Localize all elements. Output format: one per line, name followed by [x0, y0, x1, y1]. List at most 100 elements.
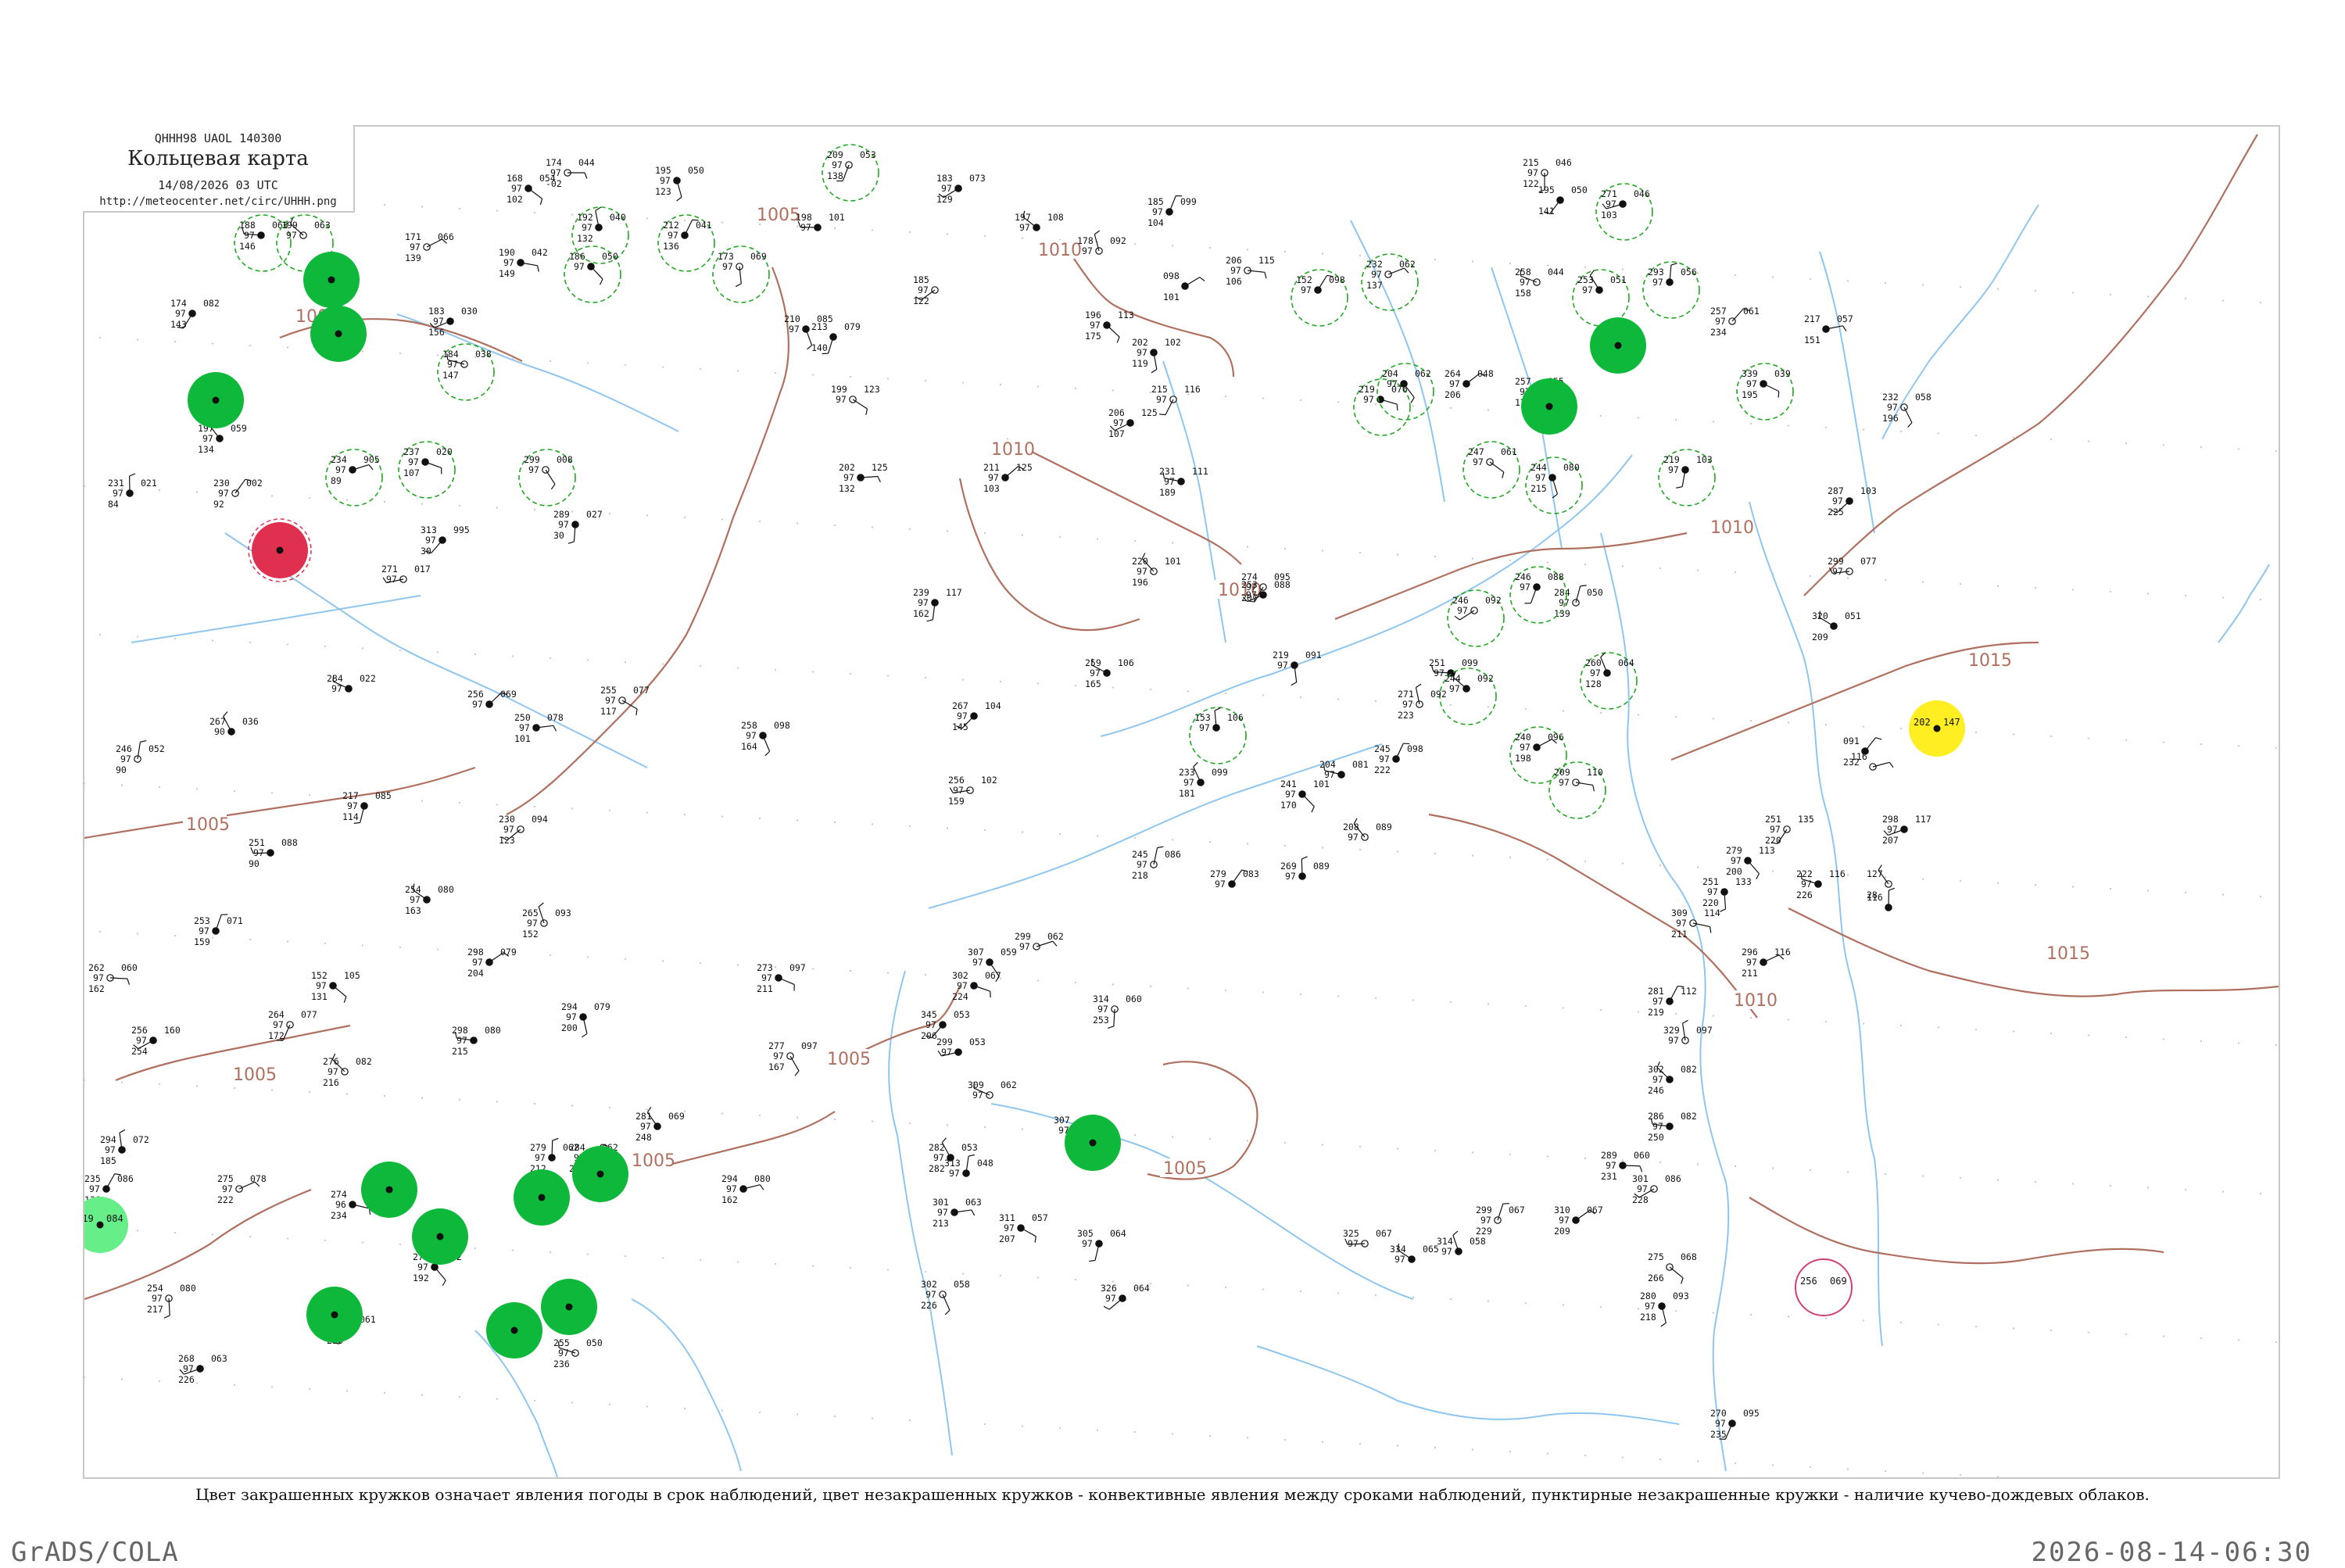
station-plot[interactable]: 19912397	[831, 384, 880, 415]
station-plot[interactable]: 30506497	[1077, 1228, 1126, 1262]
station-plot[interactable]: 26404897206	[1445, 368, 1494, 400]
station-plot[interactable]: 24508697218	[1132, 847, 1181, 881]
station-plot[interactable]: 275068266	[1648, 1251, 1697, 1283]
station-plot[interactable]: 18597122	[913, 274, 938, 306]
station-plot[interactable]: 27109297223	[1398, 684, 1447, 721]
station-plot[interactable]: 20212597132	[839, 462, 888, 494]
station-plot[interactable]: 31304897	[944, 1155, 993, 1179]
station-plot[interactable]: 17106697139	[405, 231, 454, 263]
station-plot[interactable]: 25408097163	[405, 884, 454, 916]
station-plot[interactable]: 29907797	[1828, 556, 1877, 577]
weather-circle[interactable]	[306, 1287, 363, 1343]
station-plot[interactable]: 29808097215	[452, 1025, 501, 1057]
station-plot[interactable]: 23911797162	[913, 587, 962, 621]
station-plot[interactable]: 26703690	[209, 712, 259, 737]
station-plot[interactable]: 28106997248	[635, 1107, 685, 1143]
station-plot[interactable]: 24110197170	[1280, 779, 1330, 812]
station-plot[interactable]: 18307397129	[936, 173, 986, 205]
station-plot[interactable]: 21511697	[1151, 384, 1201, 415]
station-plot[interactable]: 29305697	[1643, 262, 1699, 318]
station-plot[interactable]: 32909797	[1663, 1020, 1713, 1046]
station-plot[interactable]: 29611697211	[1742, 947, 1791, 979]
station-plot[interactable]: 24609297	[1448, 590, 1504, 646]
station-plot[interactable]: 24409297	[1440, 668, 1496, 725]
station-plot[interactable]: 25616097254	[131, 1025, 181, 1057]
station-plot[interactable]: 2349059789	[326, 449, 382, 506]
weather-circle[interactable]: 202147	[1909, 700, 1965, 757]
station-plot[interactable]: 28402297	[327, 673, 376, 694]
station-plot[interactable]: 30906297	[968, 1079, 1017, 1101]
station-plot[interactable]: 29906797229	[1476, 1204, 1525, 1237]
station-plot[interactable]: 21204197136	[658, 215, 714, 271]
station-plot[interactable]: 15209897	[1291, 270, 1348, 326]
station-plot[interactable]: 23009497123	[499, 814, 548, 846]
station-plot[interactable]: 25804497158	[1515, 267, 1564, 299]
station-plot[interactable]: 33903997195	[1737, 363, 1793, 420]
station-plot[interactable]: 213079140	[811, 321, 861, 354]
station-plot[interactable]: 15210597131	[311, 970, 360, 1003]
station-plot[interactable]: 20408197	[1319, 759, 1369, 780]
station-plot[interactable]: 29905397	[936, 1036, 986, 1058]
station-plot[interactable]: 27009597235	[1710, 1408, 1760, 1440]
station-plot[interactable]: 30106397213	[933, 1197, 982, 1229]
weather-circle[interactable]	[1521, 378, 1577, 435]
station-plot[interactable]: 25505097236	[553, 1337, 603, 1369]
station-plot[interactable]: 320051209	[1812, 610, 1861, 643]
station-plot[interactable]: 27709797167	[768, 1040, 818, 1076]
station-plot[interactable]: 27309797211	[757, 962, 806, 994]
station-plot[interactable]: 25606997	[467, 689, 517, 710]
station-plot[interactable]: 23309997181	[1179, 762, 1228, 799]
station-plot[interactable]: 18605097	[564, 246, 621, 303]
weather-circle[interactable]	[541, 1279, 597, 1335]
station-plot[interactable]: 24509897222	[1374, 743, 1423, 775]
station-plot[interactable]: 19611397175	[1085, 310, 1134, 342]
weather-circle[interactable]	[1065, 1115, 1121, 1171]
station-plot[interactable]: 21910397	[1659, 449, 1715, 506]
station-plot[interactable]: 23702097107	[399, 442, 455, 498]
station-plot[interactable]: 2510889790	[249, 837, 298, 869]
station-plot[interactable]: 116	[1867, 888, 1895, 911]
station-plot[interactable]: 29408097162	[721, 1173, 771, 1205]
station-plot[interactable]: 30911497211	[1671, 908, 1720, 940]
weather-circle[interactable]	[486, 1302, 542, 1359]
station-plot[interactable]: 29906297	[1015, 931, 1064, 952]
station-plot[interactable]: 29900897	[519, 449, 575, 506]
station-plot[interactable]: 30108697228	[1632, 1173, 1681, 1205]
station-plot[interactable]: 30205897226	[921, 1279, 970, 1315]
station-plot[interactable]: 24706197	[1463, 442, 1520, 498]
weather-circle[interactable]	[188, 372, 244, 428]
station-plot[interactable]: 25610297159	[948, 775, 997, 807]
station-plot[interactable]: 22010197196	[1132, 553, 1181, 588]
station-plot[interactable]: 17306997	[713, 246, 769, 303]
station-plot[interactable]: 25809897164	[741, 720, 790, 756]
station-plot[interactable]: 20911097	[1549, 762, 1606, 818]
station-plot[interactable]: 20611597106	[1226, 255, 1275, 287]
station-plot[interactable]: 098101	[1163, 270, 1205, 303]
station-plot[interactable]: 20210297119	[1132, 337, 1181, 373]
station-plot[interactable]: 33406597	[1390, 1244, 1439, 1265]
station-plot[interactable]: 27911397200	[1726, 845, 1775, 879]
weather-circle[interactable]	[310, 306, 367, 362]
station-plot[interactable]: 31006797209	[1554, 1205, 1603, 1237]
weather-circle[interactable]: 219084	[84, 1197, 128, 1253]
station-plot[interactable]: 25113397220	[1702, 876, 1752, 911]
station-plot[interactable]: 17408297143	[170, 298, 220, 330]
station-plot[interactable]: 29807997204	[467, 947, 517, 979]
station-plot[interactable]: 217057151	[1804, 313, 1853, 345]
station-plot[interactable]: 3139959730	[421, 524, 470, 557]
station-plot[interactable]: 25007897101	[514, 712, 564, 744]
station-plot[interactable]: 26806397226	[178, 1353, 227, 1385]
station-plot[interactable]: 2460529790	[116, 741, 165, 775]
station-plot[interactable]: 2310219784	[108, 474, 157, 510]
station-plot[interactable]: 26509397152	[522, 903, 571, 940]
station-plot[interactable]: 26908997	[1280, 857, 1330, 882]
station-plot[interactable]: 20905397138	[822, 145, 879, 201]
station-plot[interactable]: 19810197	[796, 212, 845, 233]
weather-circle[interactable]	[303, 252, 360, 308]
station-plot[interactable]: 26206097162	[88, 962, 138, 994]
station-plot[interactable]: 30206797224	[952, 970, 1001, 1002]
station-plot[interactable]: 27908397	[1210, 868, 1259, 890]
station-plot[interactable]: 28405097139	[1554, 585, 1603, 619]
station-plot[interactable]: 29407297185	[100, 1129, 149, 1166]
station-plot[interactable]: 27104697103	[1596, 184, 1652, 240]
